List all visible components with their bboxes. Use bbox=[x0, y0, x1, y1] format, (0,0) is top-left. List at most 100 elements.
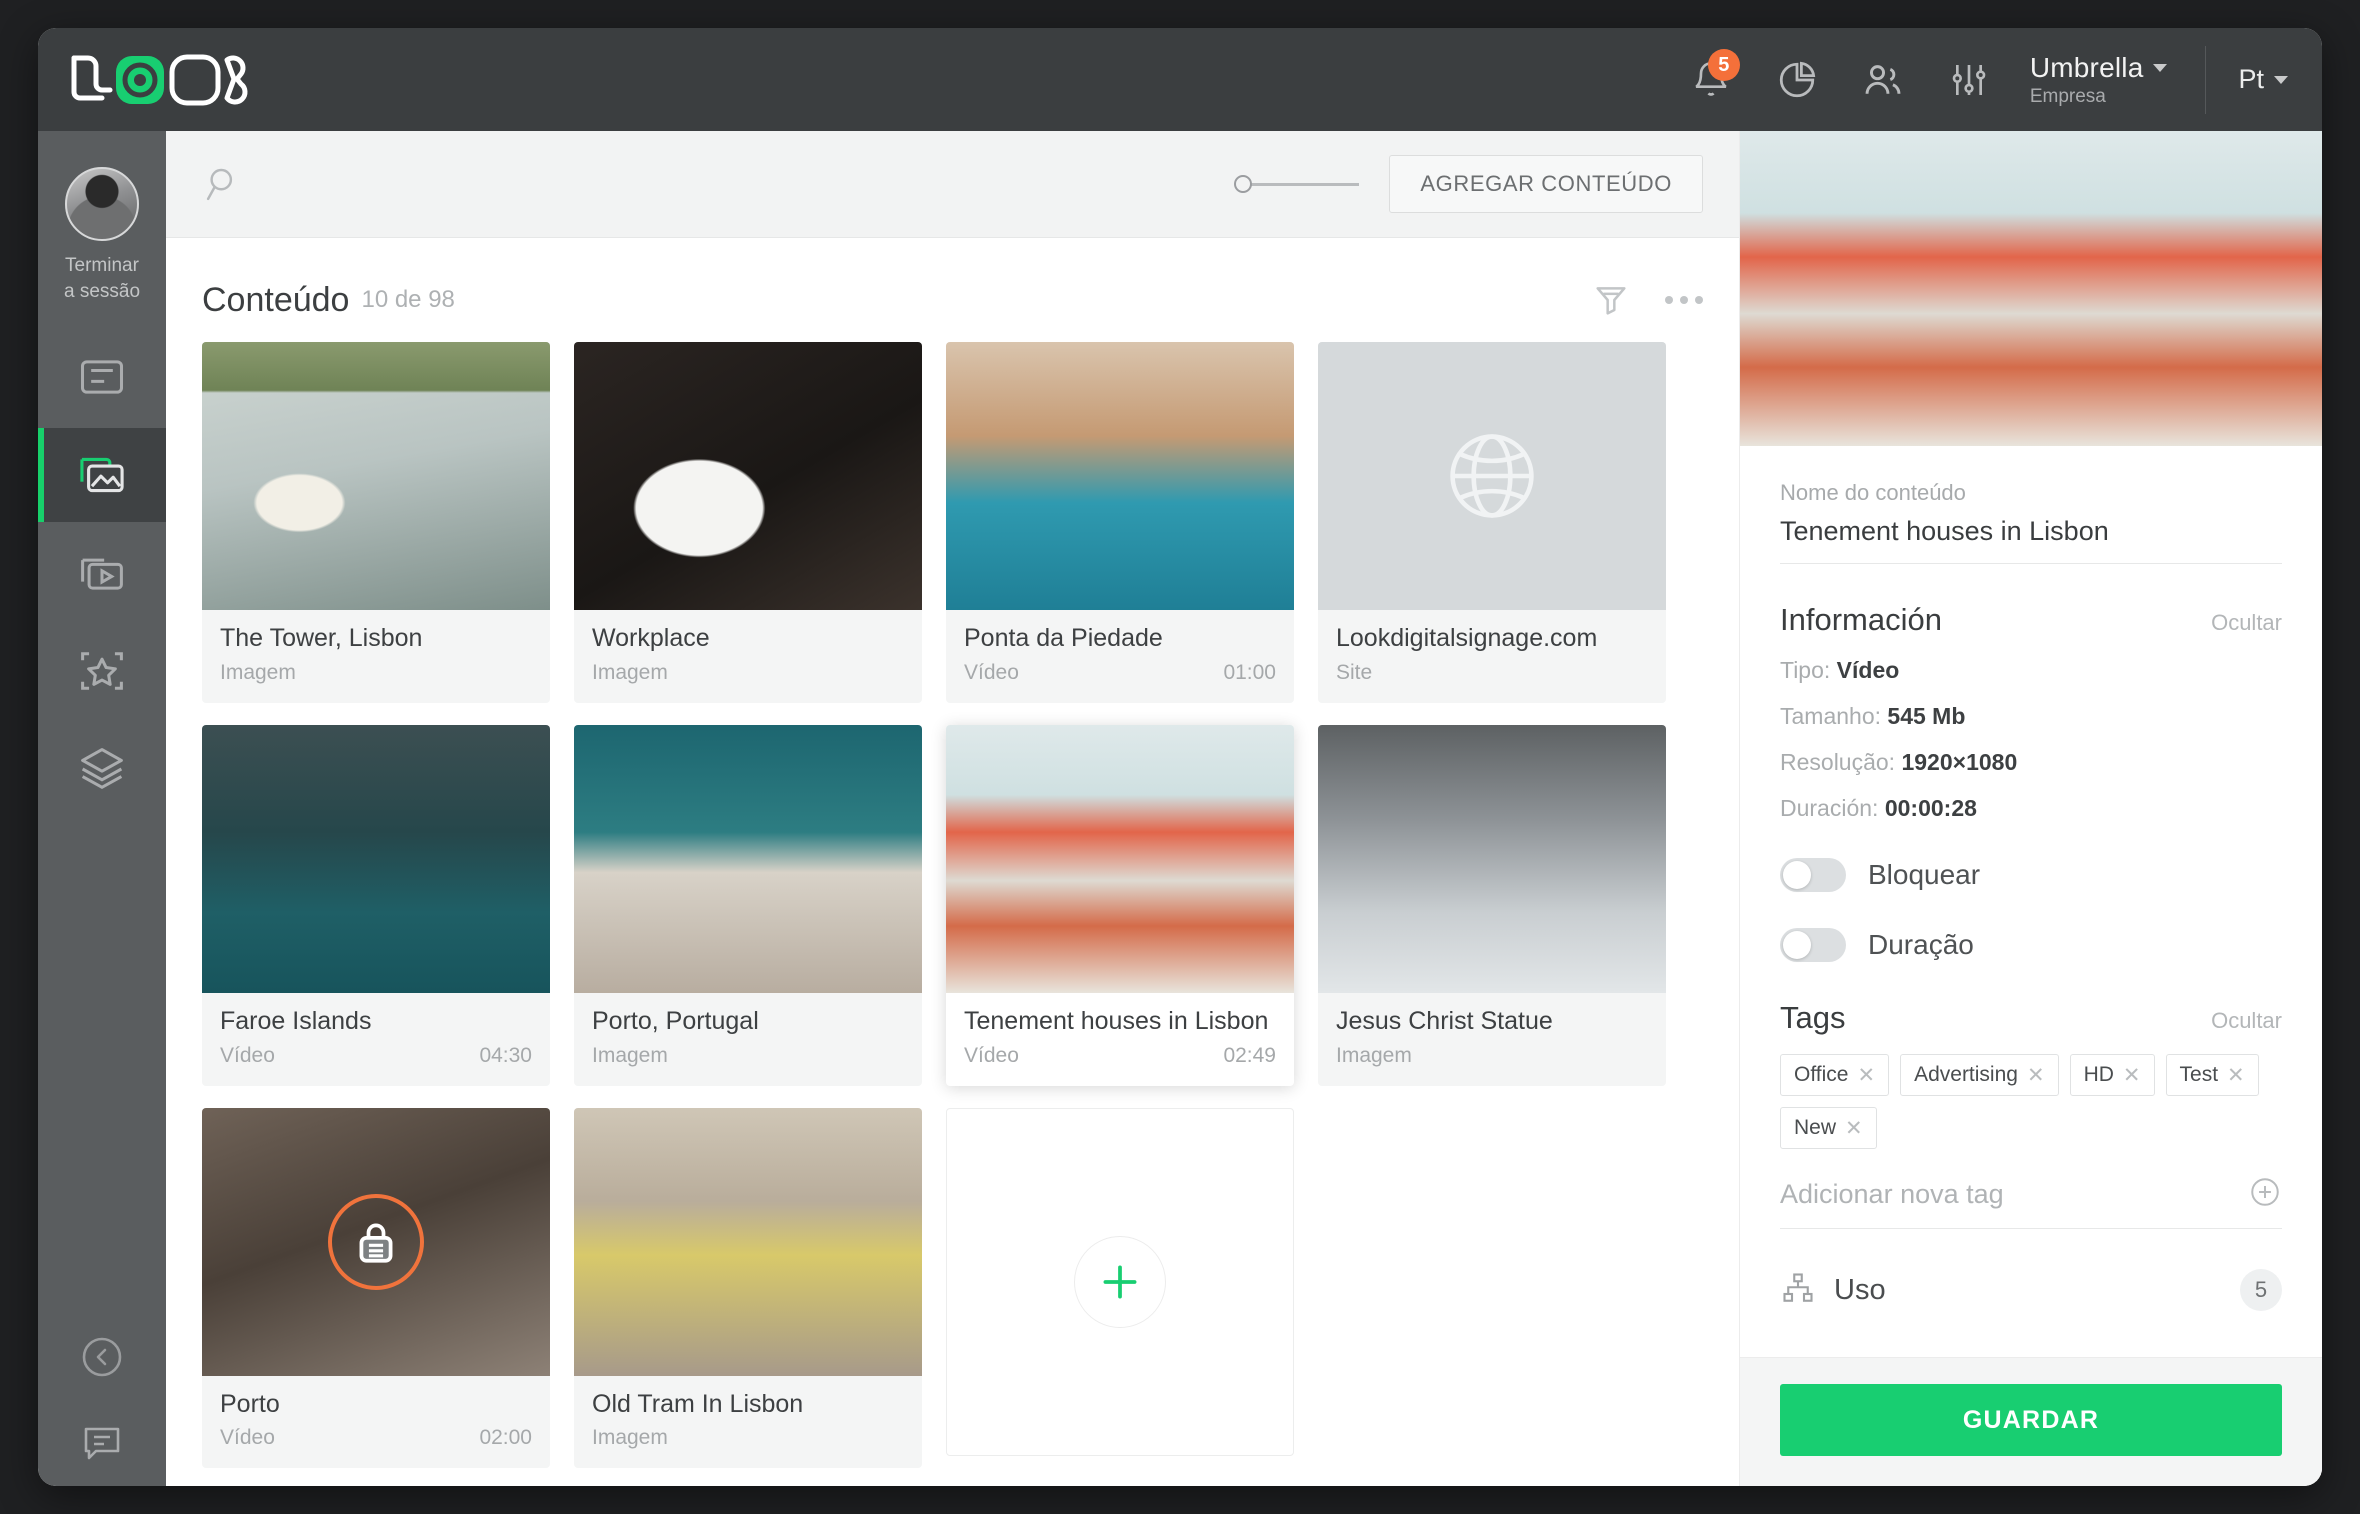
card-type: Vídeo bbox=[220, 1426, 275, 1450]
usage-row[interactable]: Uso 5 bbox=[1780, 1269, 2282, 1311]
header-actions: 5 Umbrella Empresa Pt bbox=[1668, 28, 2322, 131]
card-body: Jesus Christ Statue Imagem bbox=[1318, 993, 1666, 1086]
information-row: Resolução: 1920×1080 bbox=[1780, 749, 2282, 776]
content-name-value[interactable]: Tenement houses in Lisbon bbox=[1780, 506, 2282, 564]
information-row: Tipo: Vídeo bbox=[1780, 657, 2282, 684]
language-label: Pt bbox=[2238, 64, 2264, 94]
card-meta: Vídeo 02:00 bbox=[220, 1426, 532, 1450]
card-thumbnail bbox=[202, 342, 550, 610]
information-row: Tamanho: 545 Mb bbox=[1780, 703, 2282, 730]
card-body: Old Tram In Lisbon Imagem bbox=[574, 1376, 922, 1469]
tag-label: Test bbox=[2179, 1063, 2219, 1086]
content-card[interactable]: Porto, Portugal Imagem bbox=[574, 724, 922, 1086]
tags-section-header: Tags Ocultar bbox=[1780, 1000, 2282, 1036]
toggle-knob bbox=[1783, 931, 1811, 959]
filter-icon[interactable] bbox=[1591, 280, 1631, 320]
card-body: Porto Vídeo 02:00 bbox=[202, 1376, 550, 1469]
tags-hide-toggle[interactable]: Ocultar bbox=[2211, 1008, 2282, 1034]
notifications-button[interactable]: 5 bbox=[1682, 48, 1740, 109]
look-logo[interactable] bbox=[64, 52, 254, 108]
sidebar-item-layers[interactable] bbox=[38, 722, 166, 816]
add-content-button[interactable]: AGREGAR CONTEÚDO bbox=[1389, 155, 1703, 213]
organization-type: Empresa bbox=[2029, 85, 2106, 107]
new-tag-input[interactable] bbox=[1780, 1179, 2248, 1210]
plus-circle-icon[interactable] bbox=[2248, 1175, 2282, 1214]
search-box[interactable] bbox=[202, 163, 1234, 205]
card-title: Porto, Portugal bbox=[592, 1006, 759, 1035]
sidebar-collapse-button[interactable] bbox=[38, 1314, 166, 1400]
organization-selector[interactable]: Umbrella Empresa bbox=[2030, 52, 2168, 108]
card-meta: Imagem bbox=[592, 1426, 904, 1450]
card-thumbnail bbox=[574, 342, 922, 610]
card-title: Faroe Islands bbox=[220, 1006, 372, 1035]
toggle-switch[interactable] bbox=[1780, 928, 1846, 962]
tag-remove-icon[interactable]: ✕ bbox=[2123, 1063, 2141, 1088]
users-icon[interactable] bbox=[1854, 51, 1912, 109]
tag-remove-icon[interactable]: ✕ bbox=[1845, 1116, 1863, 1141]
more-dots-icon[interactable] bbox=[1665, 296, 1703, 304]
switch-row: Duração bbox=[1780, 928, 2282, 962]
content-card[interactable]: Lookdigitalsignage.com Site bbox=[1318, 342, 1666, 703]
card-type: Imagem bbox=[592, 1426, 668, 1450]
card-title: Porto bbox=[220, 1389, 280, 1418]
tag-remove-icon[interactable]: ✕ bbox=[2227, 1063, 2245, 1088]
language-selector[interactable]: Pt bbox=[2238, 64, 2288, 95]
sidebar-item-screens[interactable] bbox=[38, 330, 166, 424]
information-hide-toggle[interactable]: Ocultar bbox=[2211, 610, 2282, 636]
tag-chip[interactable]: Advertising ✕ bbox=[1900, 1054, 2059, 1096]
information-row: Duración: 00:00:28 bbox=[1780, 795, 2282, 822]
sidebar-item-campaigns[interactable] bbox=[38, 624, 166, 718]
thumbnail-size-slider[interactable] bbox=[1234, 172, 1360, 196]
pie-chart-icon[interactable] bbox=[1768, 51, 1826, 109]
information-row-value: Vídeo bbox=[1836, 657, 1900, 683]
avatar[interactable] bbox=[65, 167, 139, 241]
content-card[interactable]: Jesus Christ Statue Imagem bbox=[1318, 724, 1666, 1086]
sidebar-item-content[interactable] bbox=[38, 428, 166, 523]
card-type: Vídeo bbox=[220, 1043, 275, 1067]
logout-button[interactable]: Terminar a sessão bbox=[64, 253, 140, 304]
card-meta: Site bbox=[1336, 661, 1648, 685]
card-title: Jesus Christ Statue bbox=[1336, 1006, 1553, 1035]
toggle-knob bbox=[1783, 861, 1811, 889]
content-card[interactable]: Porto Vídeo 02:00 bbox=[202, 1107, 550, 1469]
card-meta: Vídeo 01:00 bbox=[964, 661, 1276, 685]
tag-remove-icon[interactable]: ✕ bbox=[1857, 1063, 1875, 1088]
card-thumbnail bbox=[202, 1107, 550, 1376]
logout-line-2: a sessão bbox=[63, 280, 141, 302]
content-card[interactable]: The Tower, Lisbon Imagem bbox=[202, 342, 550, 703]
card-meta: Imagem bbox=[1336, 1044, 1648, 1068]
content-toolbar: AGREGAR CONTEÚDO bbox=[166, 131, 1739, 238]
card-meta: Imagem bbox=[592, 1044, 904, 1068]
option-switches: Bloquear Duração bbox=[1780, 858, 2282, 962]
card-thumbnail bbox=[202, 724, 550, 993]
organization-name: Umbrella bbox=[2029, 51, 2144, 83]
sidebar-item-playlists[interactable] bbox=[38, 526, 166, 620]
plus-icon bbox=[1074, 1235, 1166, 1328]
tag-label: New bbox=[1794, 1116, 1837, 1139]
tags-title: Tags bbox=[1780, 1000, 1846, 1035]
content-card[interactable]: Old Tram In Lisbon Imagem bbox=[574, 1107, 922, 1469]
sliders-icon[interactable] bbox=[1940, 51, 1998, 109]
toggle-switch[interactable] bbox=[1780, 858, 1846, 892]
save-button[interactable]: GUARDAR bbox=[1780, 1384, 2282, 1456]
tag-chip[interactable]: HD ✕ bbox=[2069, 1054, 2155, 1096]
tag-chip[interactable]: Office ✕ bbox=[1780, 1054, 1890, 1096]
content-card[interactable]: Ponta da Piedade Vídeo 01:00 bbox=[946, 342, 1294, 703]
content-header: Conteúdo 10 de 98 bbox=[166, 238, 1739, 320]
tag-chip[interactable]: Test ✕ bbox=[2165, 1054, 2259, 1096]
content-card[interactable]: Faroe Islands Vídeo 04:30 bbox=[202, 724, 550, 1086]
card-title: Lookdigitalsignage.com bbox=[1336, 624, 1598, 652]
card-meta: Imagem bbox=[220, 661, 532, 685]
content-card[interactable]: Workplace Imagem bbox=[574, 342, 922, 703]
information-row-value: 00:00:28 bbox=[1884, 795, 1977, 821]
slider-knob[interactable] bbox=[1234, 175, 1253, 193]
tag-remove-icon[interactable]: ✕ bbox=[2027, 1063, 2045, 1088]
tag-chip[interactable]: New ✕ bbox=[1780, 1107, 1877, 1149]
search-input[interactable] bbox=[262, 169, 682, 199]
add-tag-row bbox=[1780, 1175, 2282, 1229]
content-card[interactable]: Tenement houses in Lisbon Vídeo 02:49 bbox=[946, 724, 1294, 1086]
sidebar-chat-button[interactable] bbox=[38, 1400, 166, 1486]
add-content-card[interactable] bbox=[946, 1107, 1294, 1456]
card-title: Workplace bbox=[592, 624, 710, 652]
card-body: Lookdigitalsignage.com Site bbox=[1318, 610, 1666, 703]
